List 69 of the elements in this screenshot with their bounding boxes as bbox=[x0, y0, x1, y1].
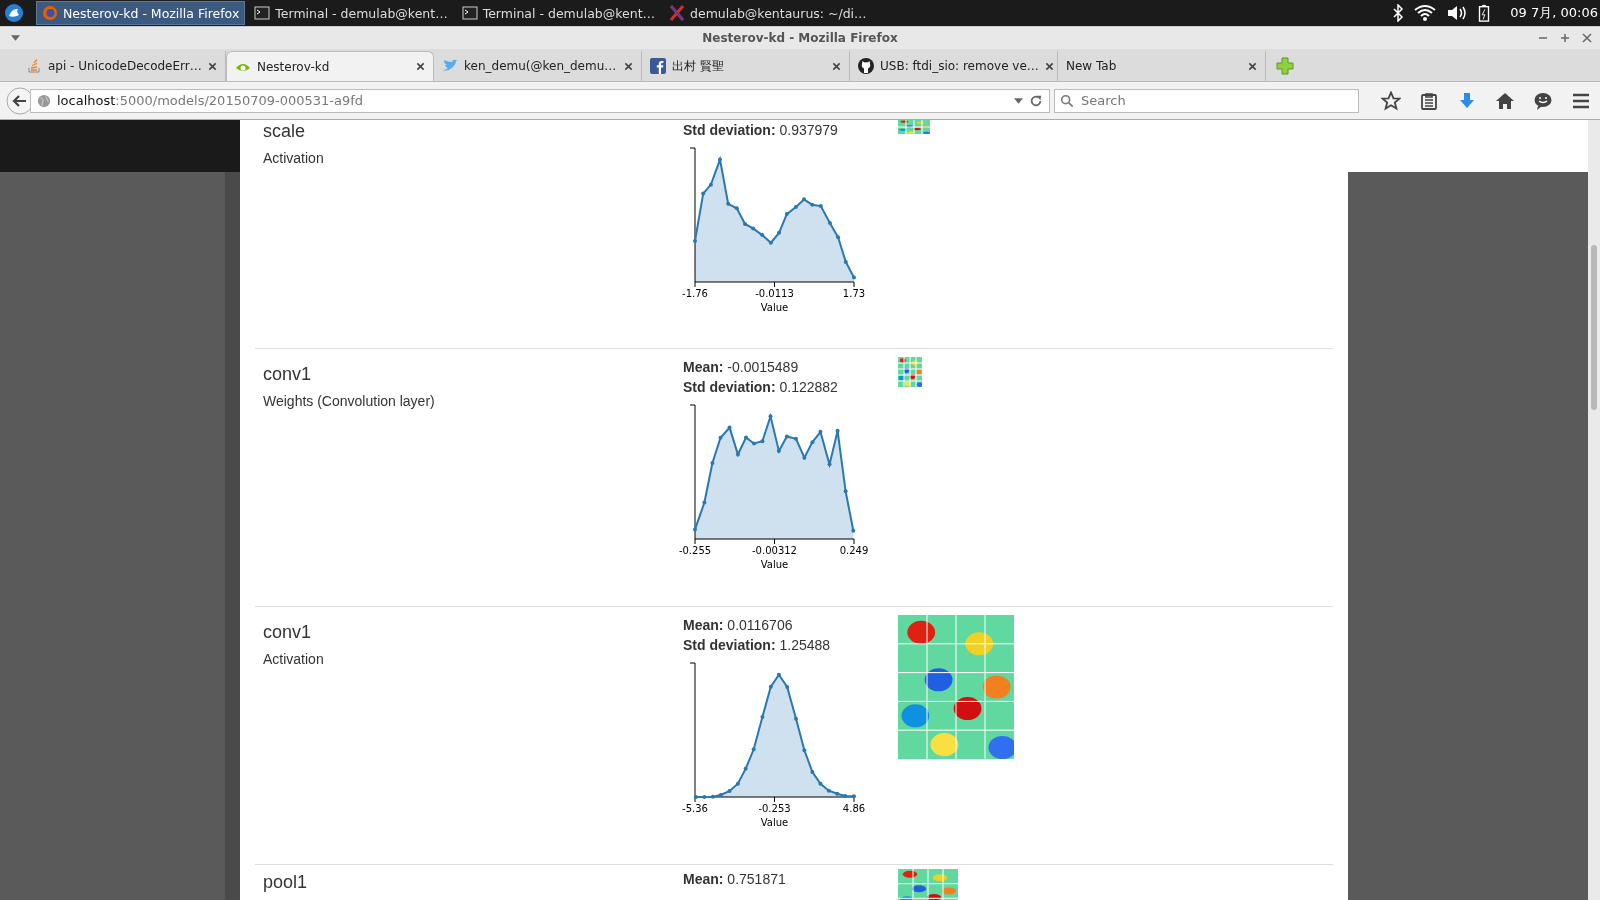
mean-stat: Mean: 0.0116706 bbox=[683, 616, 794, 635]
bird-icon bbox=[442, 58, 458, 74]
browser-tab[interactable]: USB: ftdi_sio: remove ve… bbox=[850, 51, 1058, 81]
taskbar-window-button[interactable]: Terminal - demulab@kent… bbox=[456, 1, 661, 25]
taskbar-window-button[interactable]: Nesterov-kd - Mozilla Firefox bbox=[36, 1, 246, 25]
browser-tab[interactable]: 出村 賢聖 bbox=[642, 51, 850, 81]
fox-globe-icon bbox=[42, 5, 58, 21]
chat-icon[interactable] bbox=[1533, 90, 1553, 111]
tick-label: -5.36 bbox=[682, 803, 708, 814]
scrollbar-thumb[interactable] bbox=[1591, 245, 1597, 410]
tick-label: -0.00312 bbox=[752, 545, 797, 556]
browser-tab[interactable]: Nesterov-kd bbox=[226, 51, 434, 81]
tick-label: 0.249 bbox=[839, 545, 869, 556]
tick-label: 4.86 bbox=[842, 803, 866, 814]
std-deviation-stat: Std deviation: 0.122882 bbox=[683, 378, 839, 397]
layer-name: conv1 bbox=[263, 621, 313, 643]
close-icon[interactable] bbox=[832, 61, 841, 71]
layer-name: scale bbox=[263, 120, 307, 142]
layer-name: pool1 bbox=[263, 871, 309, 893]
globe-icon bbox=[37, 93, 51, 108]
layer-type: Weights (Convolution layer) bbox=[263, 393, 436, 409]
address-field[interactable]: localhost:5000/models/20150709-000531-a9fd bbox=[30, 88, 1050, 113]
stack-icon bbox=[26, 58, 42, 74]
browser-tab[interactable]: New Tab bbox=[1058, 51, 1266, 81]
star-icon[interactable] bbox=[1381, 90, 1401, 111]
taskbar-window-button[interactable]: Terminal - demulab@kent… bbox=[249, 1, 453, 25]
wifi-icon[interactable] bbox=[1414, 4, 1437, 22]
close-icon[interactable] bbox=[1248, 61, 1257, 71]
close-icon[interactable] bbox=[208, 61, 217, 71]
layer-name: conv1 bbox=[263, 363, 313, 385]
window-title: Nesterov-kd - Mozilla Firefox bbox=[702, 31, 898, 45]
tick-label: -0.0113 bbox=[755, 288, 794, 299]
clock[interactable]: 09 7月, 00:06 bbox=[1510, 4, 1598, 22]
taskbar-window-button[interactable]: demulab@kentaurus: ~/di… bbox=[664, 1, 872, 25]
search-icon bbox=[1060, 93, 1074, 108]
std-deviation-stat: Std deviation: 0.937979 bbox=[683, 121, 839, 140]
tick-label: -1.76 bbox=[682, 288, 708, 299]
std-deviation-stat: Std deviation: 1.25488 bbox=[683, 636, 832, 655]
x-icon bbox=[669, 5, 686, 21]
close-icon[interactable] bbox=[416, 62, 425, 71]
browser-tab[interactable]: ken_demu(@ken_demu… bbox=[434, 51, 642, 81]
home-icon[interactable] bbox=[1495, 90, 1515, 111]
terminal-icon bbox=[254, 5, 271, 21]
axis-label: Value bbox=[760, 559, 789, 570]
tick-label: 1.73 bbox=[842, 288, 866, 299]
axis-label: Value bbox=[760, 302, 789, 313]
tick-label: -0.255 bbox=[678, 545, 712, 556]
bluetooth-icon[interactable] bbox=[1392, 4, 1405, 22]
close-icon[interactable] bbox=[1044, 61, 1054, 71]
layer-type: Activation bbox=[263, 651, 325, 667]
search-field[interactable]: Search bbox=[1054, 88, 1359, 113]
battery-icon[interactable] bbox=[1478, 4, 1491, 22]
close-icon[interactable] bbox=[1582, 33, 1592, 43]
menu-logo-icon[interactable] bbox=[4, 3, 24, 23]
clipboard-icon[interactable] bbox=[1419, 90, 1439, 111]
axis-label: Value bbox=[760, 817, 789, 828]
f-square-icon bbox=[650, 58, 666, 74]
caret-icon[interactable] bbox=[11, 35, 20, 41]
terminal-icon bbox=[461, 5, 478, 21]
tick-label: -0.253 bbox=[758, 803, 791, 814]
close-icon[interactable] bbox=[624, 61, 633, 71]
cat-icon bbox=[858, 58, 874, 74]
volume-icon[interactable] bbox=[1446, 4, 1469, 22]
reload-icon[interactable] bbox=[1029, 93, 1043, 108]
mean-stat: Mean: 0.751871 bbox=[683, 870, 787, 889]
mean-stat: Mean: -0.0015489 bbox=[683, 358, 800, 377]
dropdown-icon[interactable] bbox=[1014, 97, 1023, 104]
maximize-icon[interactable] bbox=[1560, 33, 1570, 43]
layer-type: Activation bbox=[263, 150, 325, 166]
